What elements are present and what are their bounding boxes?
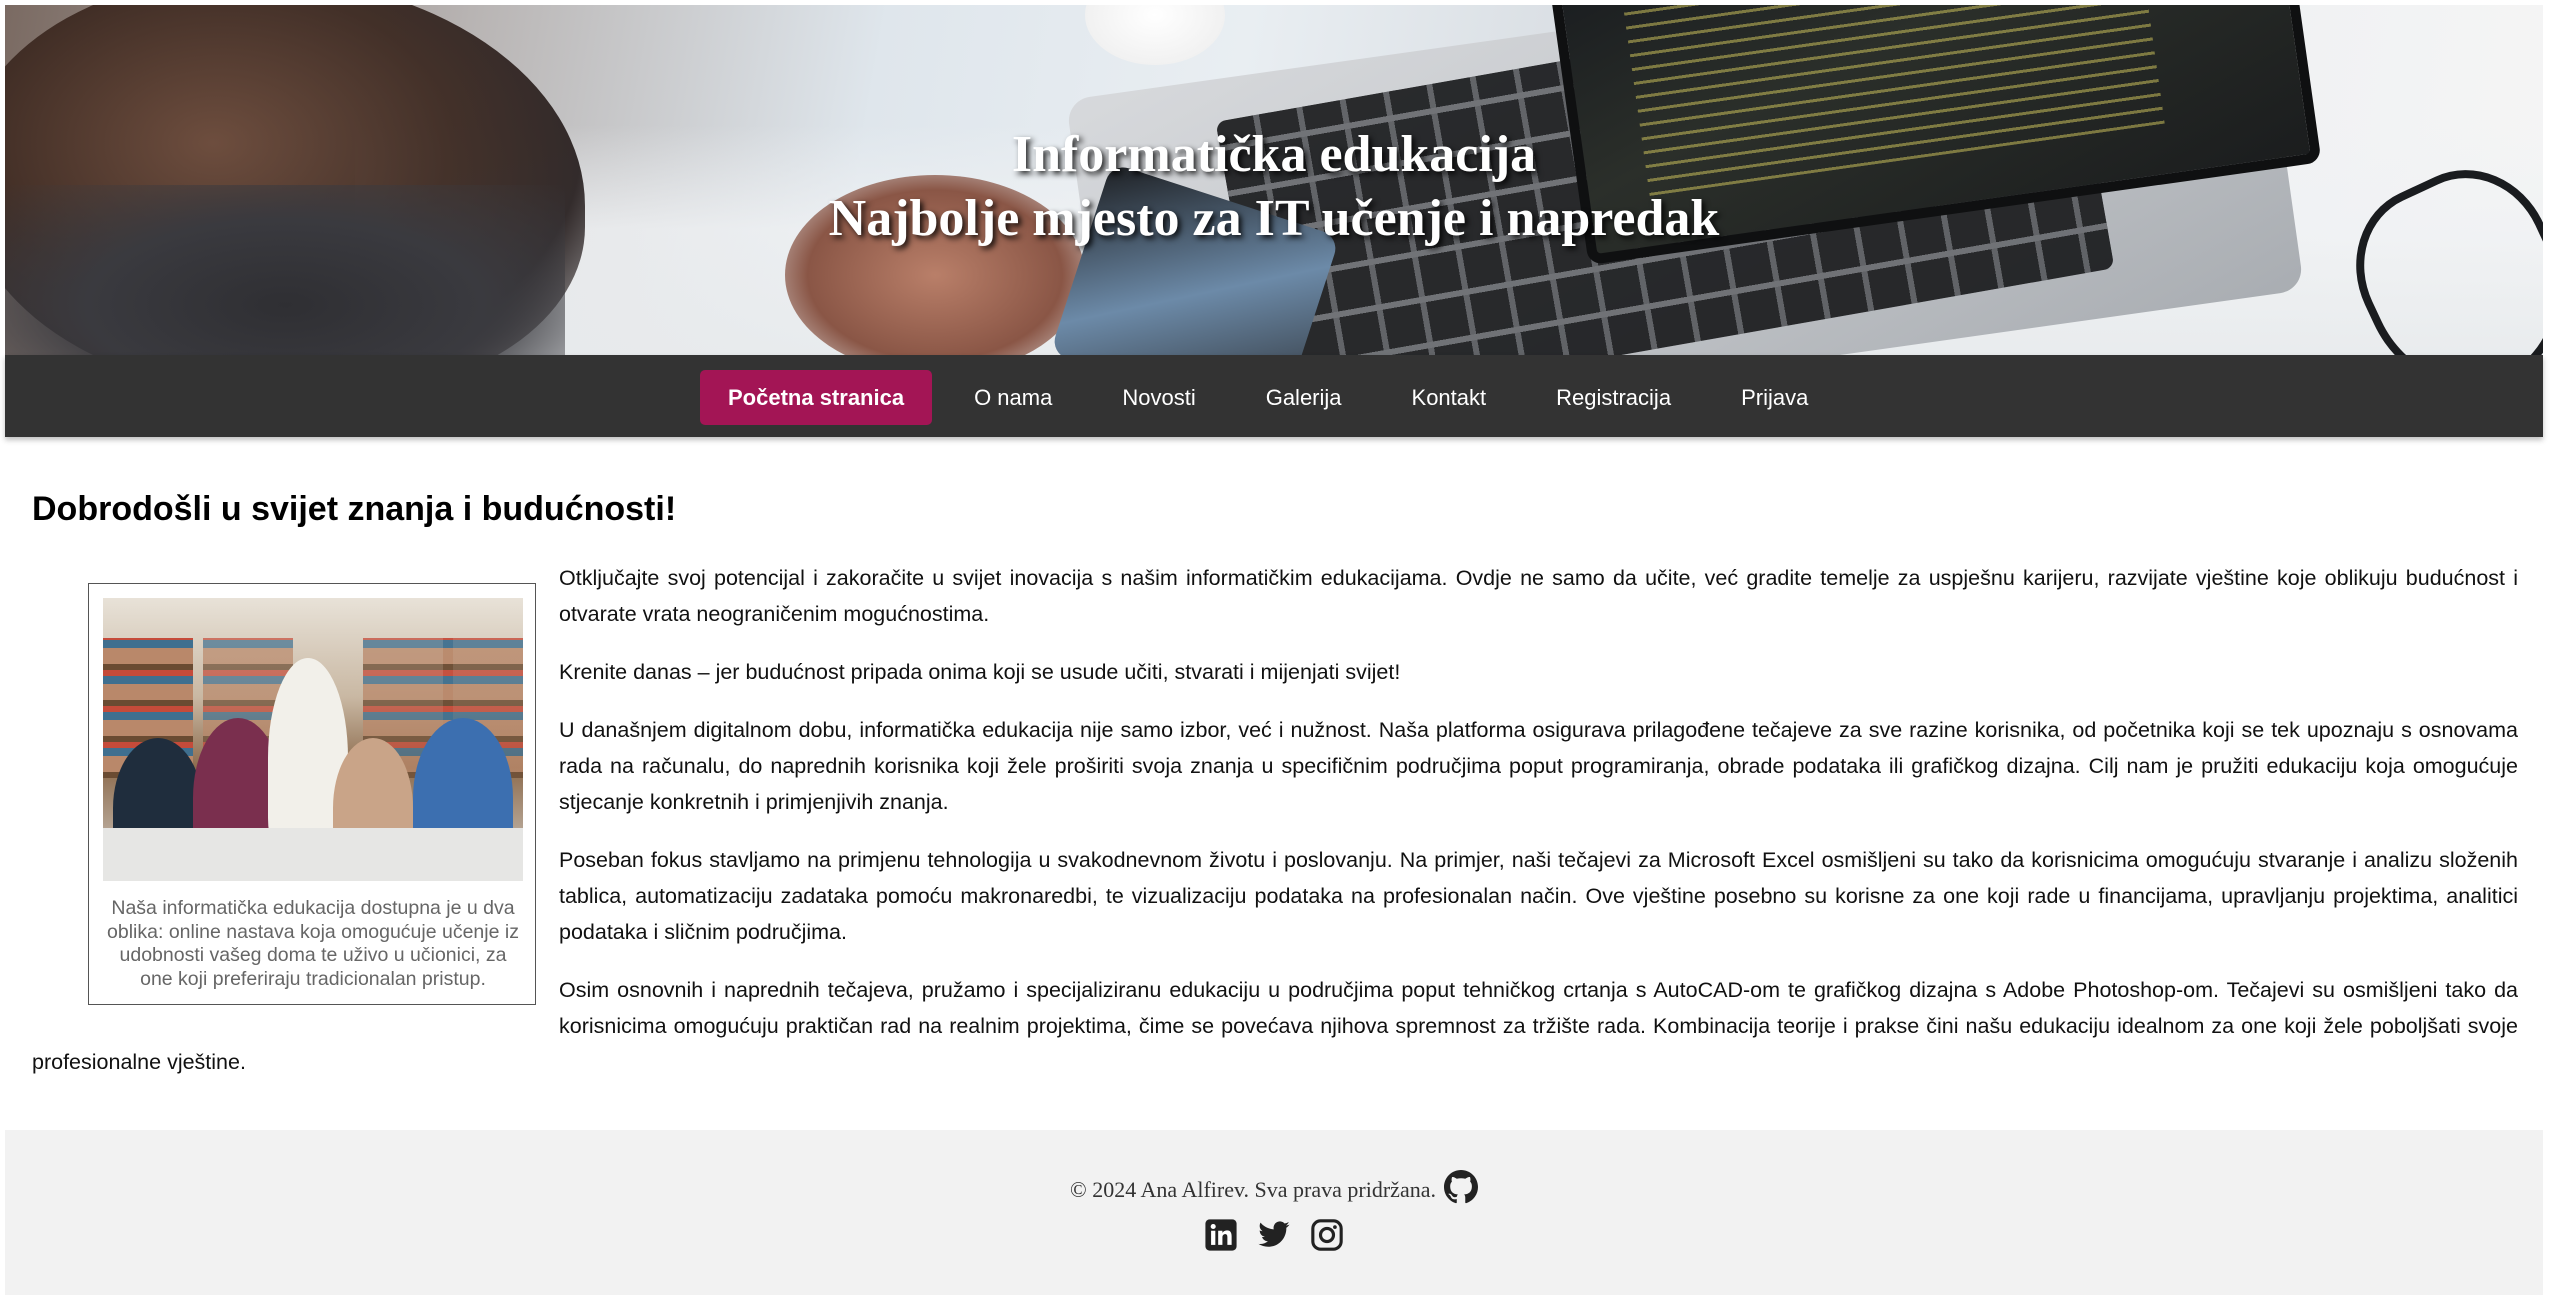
footer-copyright-row: © 2024 Ana Alfirev. Sva prava pridržana. bbox=[5, 1170, 2543, 1210]
nav-item-prijava[interactable]: Prijava bbox=[1713, 370, 1836, 425]
github-icon[interactable] bbox=[1443, 1170, 1478, 1210]
education-figure: Naša informatička edukacija dostupna je … bbox=[88, 583, 536, 1005]
nav-item-galerija[interactable]: Galerija bbox=[1238, 370, 1370, 425]
copyright-text: © 2024 Ana Alfirev. Sva prava pridržana. bbox=[1070, 1177, 1436, 1202]
nav-item-novosti[interactable]: Novosti bbox=[1094, 370, 1223, 425]
linkedin-icon[interactable] bbox=[1204, 1218, 1238, 1252]
social-links bbox=[5, 1218, 2543, 1252]
nav-list: Početna stranica O nama Novosti Galerija… bbox=[700, 370, 1850, 425]
nav-item-registracija[interactable]: Registracija bbox=[1528, 370, 1699, 425]
nav-item-kontakt[interactable]: Kontakt bbox=[1384, 370, 1515, 425]
hero-banner: Informatička edukacija Najbolje mjesto z… bbox=[5, 5, 2543, 355]
instagram-icon[interactable] bbox=[1310, 1218, 1344, 1252]
nav-item-pocetna-stranica[interactable]: Početna stranica bbox=[700, 370, 933, 425]
hero-photo-cup bbox=[1085, 5, 1225, 65]
hero-subtitle: Najbolje mjesto za IT učenje i napredak bbox=[828, 190, 1720, 247]
hero-title: Informatička edukacija bbox=[1011, 126, 1537, 183]
main-navigation: Početna stranica O nama Novosti Galerija… bbox=[5, 355, 2543, 437]
nav-item-o-nama[interactable]: O nama bbox=[946, 370, 1080, 425]
page-heading: Dobrodošli u svijet znanja i budućnosti! bbox=[32, 490, 677, 528]
figure-caption: Naša informatička edukacija dostupna je … bbox=[107, 897, 519, 990]
twitter-icon[interactable] bbox=[1256, 1218, 1292, 1252]
classroom-photo bbox=[103, 598, 523, 881]
photo-desk bbox=[103, 828, 523, 881]
page: Informatička edukacija Najbolje mjesto z… bbox=[0, 0, 2550, 1295]
footer: © 2024 Ana Alfirev. Sva prava pridržana. bbox=[5, 1130, 2543, 1295]
